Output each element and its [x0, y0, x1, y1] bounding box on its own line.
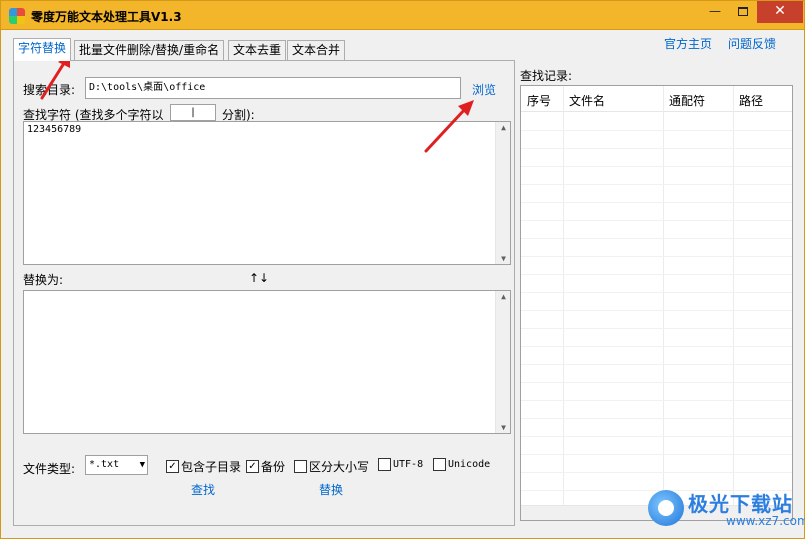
- grid-row-line: [521, 292, 792, 293]
- replace-label: 替换为:: [23, 273, 64, 287]
- replace-textarea[interactable]: ▲ ▼: [23, 290, 511, 434]
- search-dir-label: 搜索目录:: [23, 83, 76, 97]
- replace-scrollbar[interactable]: ▲ ▼: [495, 291, 510, 433]
- search-dir-input[interactable]: D:\tools\桌面\office: [85, 77, 461, 99]
- checkbox-check-icon: ✓: [246, 460, 259, 473]
- utf8-label: UTF-8: [393, 459, 424, 470]
- tab-char-replace[interactable]: 字符替换: [13, 38, 72, 61]
- backup-checkbox[interactable]: ✓ 备份: [246, 458, 285, 475]
- grid-row-line: [521, 328, 792, 329]
- grid-row-line: [521, 220, 792, 221]
- col-header-index[interactable]: 序号: [527, 92, 551, 109]
- app-icon: [9, 8, 25, 24]
- scroll-down-icon[interactable]: ▼: [496, 254, 511, 263]
- find-scrollbar[interactable]: ▲ ▼: [495, 122, 510, 264]
- find-chars-textarea[interactable]: 123456789 ▲ ▼: [23, 121, 511, 265]
- grid-row-line: [521, 238, 792, 239]
- tab-batch-file[interactable]: 批量文件删除/替换/重命名: [74, 40, 225, 61]
- col-header-path[interactable]: 路径: [739, 92, 763, 109]
- grid-row-line: [521, 364, 792, 365]
- include-subdirs-checkbox[interactable]: ✓ 包含子目录: [166, 458, 241, 475]
- checkbox-empty-icon: [433, 458, 446, 471]
- scroll-up-icon[interactable]: ▲: [496, 123, 511, 132]
- grid-row-line: [521, 130, 792, 131]
- backup-label: 备份: [261, 460, 286, 474]
- minimize-button[interactable]: —: [701, 1, 729, 23]
- find-button[interactable]: 查找: [176, 480, 230, 500]
- include-subdirs-label: 包含子目录: [181, 460, 242, 474]
- unicode-label: Unicode: [448, 459, 491, 470]
- grid-row-line: [521, 382, 792, 383]
- close-button[interactable]: ✕: [757, 1, 803, 23]
- maximize-button[interactable]: [729, 1, 757, 23]
- checkbox-check-icon: ✓: [166, 460, 179, 473]
- watermark-logo-icon: [648, 490, 684, 526]
- swap-button[interactable]: ↑↓: [232, 268, 286, 288]
- grid-row-line: [521, 202, 792, 203]
- utf8-checkbox[interactable]: UTF-8: [378, 458, 423, 471]
- grid-row-line: [521, 418, 792, 419]
- grid-row-line: [521, 166, 792, 167]
- homepage-link[interactable]: 官方主页: [664, 35, 712, 52]
- grid-row-line: [521, 472, 792, 473]
- window-title: 零度万能文本处理工具V1.3: [31, 10, 182, 24]
- col-header-filename[interactable]: 文件名: [569, 92, 605, 109]
- maximize-icon: [738, 7, 748, 16]
- case-sensitive-label: 区分大小写: [309, 460, 370, 474]
- watermark-name: 极光下载站: [688, 492, 793, 516]
- feedback-link[interactable]: 问题反馈: [728, 35, 776, 52]
- grid-row-line: [521, 436, 792, 437]
- chevron-down-icon: ▼: [139, 460, 145, 470]
- results-header: 序号 文件名 通配符 路径: [521, 86, 792, 112]
- grid-row-line: [521, 400, 792, 401]
- find-chars-value: 123456789: [27, 124, 82, 135]
- results-grid[interactable]: 序号 文件名 通配符 路径: [520, 85, 793, 521]
- case-sensitive-checkbox[interactable]: 区分大小写: [294, 458, 369, 475]
- browse-button[interactable]: 浏览: [472, 81, 496, 98]
- col-header-wildcard[interactable]: 通配符: [669, 92, 705, 109]
- filetype-label: 文件类型:: [23, 462, 76, 476]
- grid-row-line: [521, 454, 792, 455]
- checkbox-empty-icon: [378, 458, 391, 471]
- scroll-up-icon[interactable]: ▲: [496, 292, 511, 301]
- filetype-value: *.txt: [89, 459, 120, 470]
- watermark: 极光下载站 www.xz7.com: [648, 488, 805, 530]
- grid-row-line: [521, 148, 792, 149]
- grid-row-line: [521, 256, 792, 257]
- replace-button[interactable]: 替换: [304, 480, 358, 500]
- scroll-down-icon[interactable]: ▼: [496, 423, 511, 432]
- watermark-url: www.xz7.com: [726, 514, 805, 528]
- tab-dedupe[interactable]: 文本去重: [228, 40, 287, 61]
- grid-row-line: [521, 346, 792, 347]
- unicode-checkbox[interactable]: Unicode: [433, 458, 490, 471]
- grid-row-line: [521, 310, 792, 311]
- grid-row-line: [521, 184, 792, 185]
- results-title: 查找记录:: [520, 69, 573, 83]
- filetype-select[interactable]: *.txt ▼: [85, 455, 148, 475]
- tab-merge[interactable]: 文本合并: [287, 40, 346, 61]
- grid-row-line: [521, 274, 792, 275]
- title-bar: 零度万能文本处理工具V1.3 — ✕: [0, 0, 805, 30]
- checkbox-empty-icon: [294, 460, 307, 473]
- separator-input[interactable]: |: [170, 104, 216, 121]
